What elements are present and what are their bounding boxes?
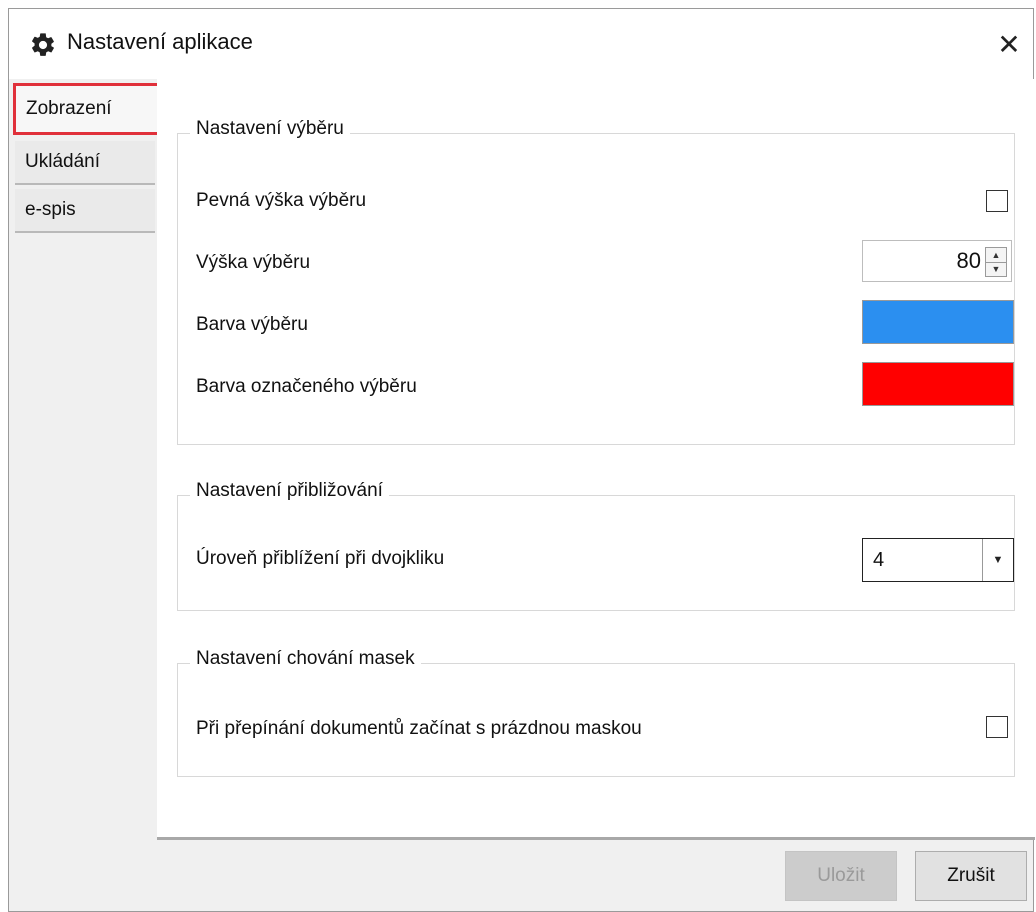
selection-color-swatch[interactable] (862, 300, 1014, 344)
selection-settings-group: Nastavení výběru Pevná výška výběru Výšk… (177, 118, 1015, 445)
selection-color-label: Barva výběru (196, 314, 308, 335)
group-legend: Nastavení chování masek (190, 648, 421, 670)
sidebar-item-label: e-spis (25, 199, 76, 220)
settings-dialog: Nastavení aplikace ✕ Ukládání e-spis Zob… (8, 8, 1035, 912)
sidebar-item-ukladani[interactable]: Ukládání (15, 141, 155, 185)
zoom-settings-group: Nastavení přibližování Úroveň přiblížení… (177, 480, 1015, 611)
mask-settings-group: Nastavení chování masek Při přepínání do… (177, 648, 1015, 777)
decrement-icon[interactable]: ▼ (986, 262, 1006, 276)
sidebar-item-label: Ukládání (25, 151, 100, 172)
save-button[interactable]: Uložit (785, 851, 897, 901)
fixed-height-checkbox[interactable] (986, 190, 1008, 212)
group-legend: Nastavení výběru (190, 118, 350, 140)
cancel-button[interactable]: Zrušit (915, 851, 1027, 901)
close-icon: ✕ (997, 28, 1021, 60)
sidebar-item-e-spis[interactable]: e-spis (15, 189, 155, 233)
selected-selection-color-swatch[interactable] (862, 362, 1014, 406)
sidebar-item-label: Zobrazení (26, 98, 112, 119)
group-legend: Nastavení přibližování (190, 480, 389, 502)
empty-mask-checkbox[interactable] (986, 716, 1008, 738)
double-click-zoom-label: Úroveň přiblížení při dvojkliku (196, 548, 445, 569)
selection-height-label: Výška výběru (196, 252, 311, 273)
chevron-down-icon: ▼ (982, 539, 1013, 581)
settings-panel: Nastavení výběru Pevná výška výběru Výšk… (157, 79, 1035, 840)
fixed-height-label: Pevná výška výběru (196, 190, 367, 211)
double-click-zoom-select[interactable]: 4 ▼ (862, 538, 1014, 582)
close-button[interactable]: ✕ (989, 27, 1029, 61)
title-bar: Nastavení aplikace ✕ (9, 9, 1033, 79)
increment-icon[interactable]: ▲ (986, 248, 1006, 263)
gear-icon (32, 33, 54, 56)
double-click-zoom-value: 4 (873, 549, 885, 571)
dialog-title: Nastavení aplikace (67, 29, 253, 54)
stepper-arrows: ▲ ▼ (985, 247, 1007, 277)
selection-height-stepper[interactable]: 80 ▲ ▼ (862, 240, 1012, 282)
selected-color-label: Barva označeného výběru (196, 376, 417, 397)
selection-height-value: 80 (956, 248, 981, 273)
sidebar-item-zobrazeni[interactable]: Zobrazení (13, 83, 163, 135)
empty-mask-label: Při přepínání dokumentů začínat s prázdn… (196, 718, 642, 739)
sidebar: Ukládání e-spis Zobrazení (9, 79, 163, 839)
